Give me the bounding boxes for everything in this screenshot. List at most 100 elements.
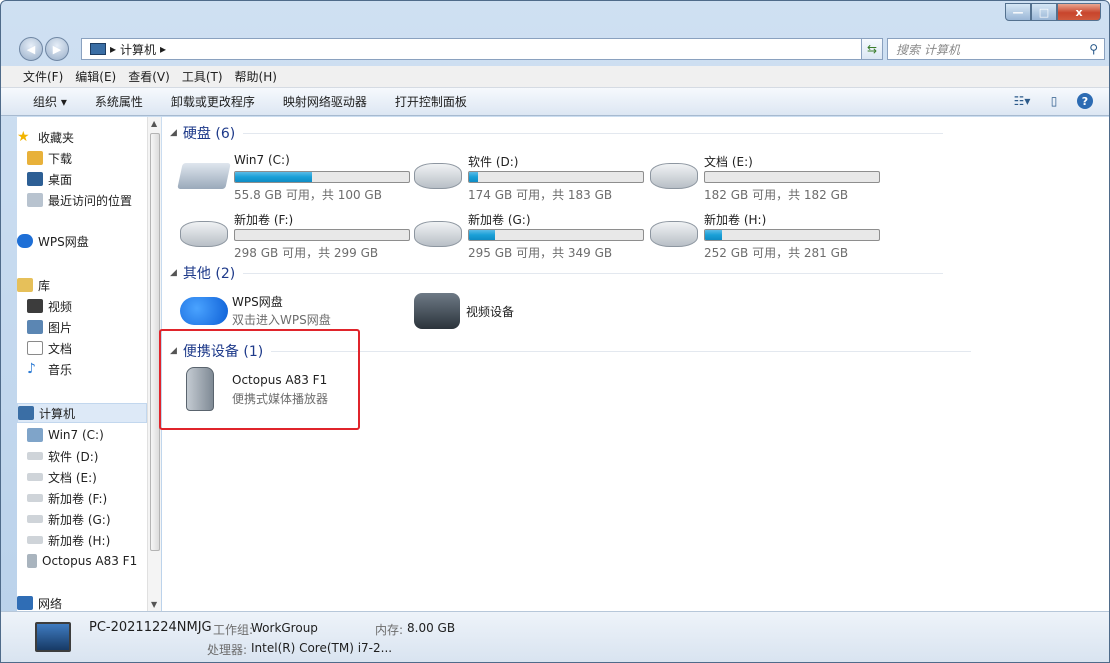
group-divider	[243, 132, 944, 134]
map-network-drive-button[interactable]: 映射网络驱动器	[283, 93, 367, 110]
group-divider	[243, 272, 944, 274]
open-control-panel-button[interactable]: 打开控制面板	[395, 93, 467, 110]
drive-icon	[27, 515, 43, 523]
nav-item-drive-c[interactable]: Win7 (C:)	[27, 425, 104, 445]
drive-e[interactable]: 文档 (E:) 182 GB 可用，共 182 GB	[650, 151, 880, 202]
nav-item-downloads[interactable]: 下载	[27, 148, 72, 168]
scroll-down-icon[interactable]: ▼	[151, 600, 157, 609]
group-header-others[interactable]: ◢ 其他 (2)	[170, 263, 944, 283]
drive-usage-bar	[468, 229, 644, 241]
collapse-triangle-icon[interactable]: ◢	[170, 268, 177, 278]
drive-usage-bar	[234, 171, 410, 183]
menu-tools[interactable]: 工具(T)	[182, 68, 223, 85]
drive-icon	[27, 536, 43, 544]
minimize-button[interactable]: —	[1005, 3, 1031, 21]
explorer-window: — □ x ◀ ▶ ▸ 计算机 ▸ ▼ ⇆ 搜索 计算机 ⚲ 文件(F) 编辑(…	[0, 0, 1110, 663]
recent-places-icon	[27, 193, 43, 207]
menu-edit[interactable]: 编辑(E)	[75, 68, 116, 85]
drive-icon	[27, 452, 43, 460]
drive-icon	[180, 221, 228, 247]
drive-c[interactable]: Win7 (C:) 55.8 GB 可用，共 100 GB	[177, 151, 410, 202]
address-bar[interactable]: ▸ 计算机 ▸ ▼	[81, 38, 881, 60]
nav-item-drive-f[interactable]: 新加卷 (F:)	[27, 488, 107, 508]
cloud-icon	[17, 234, 33, 248]
group-header-hard-disks[interactable]: ◢ 硬盘 (6)	[170, 123, 944, 143]
drive-usage-bar	[704, 171, 880, 183]
nav-item-drive-d[interactable]: 软件 (D:)	[27, 446, 98, 466]
drive-f[interactable]: 新加卷 (F:) 298 GB 可用，共 299 GB	[180, 209, 410, 260]
wps-cloud-icon	[180, 297, 228, 325]
music-icon: ♪	[27, 361, 36, 377]
maximize-button[interactable]: □	[1031, 3, 1057, 21]
wps-drive-item[interactable]: WPS网盘 双击进入WPS网盘	[180, 291, 380, 331]
star-icon: ★	[17, 129, 30, 145]
drive-g[interactable]: 新加卷 (G:) 295 GB 可用，共 349 GB	[414, 209, 644, 260]
nav-item-documents[interactable]: 文档	[27, 338, 72, 358]
back-button[interactable]: ◀	[19, 37, 43, 61]
collapse-triangle-icon[interactable]: ◢	[170, 128, 177, 138]
group-divider	[271, 350, 972, 352]
refresh-icon: ⇆	[866, 42, 878, 56]
drive-icon	[27, 473, 43, 481]
nav-network[interactable]: 网络	[17, 593, 62, 611]
menu-help[interactable]: 帮助(H)	[235, 68, 277, 85]
nav-item-desktop[interactable]: 桌面	[27, 169, 72, 189]
drive-icon	[414, 221, 462, 247]
nav-libraries[interactable]: 库	[17, 275, 50, 295]
system-properties-button[interactable]: 系统属性	[95, 93, 143, 110]
nav-item-pictures[interactable]: 图片	[27, 317, 72, 337]
title-bar[interactable]: — □ x	[1, 1, 1109, 31]
breadcrumb-computer[interactable]: 计算机	[120, 41, 156, 58]
nav-computer[interactable]: 计算机	[17, 403, 147, 423]
menu-bar: 文件(F) 编辑(E) 查看(V) 工具(T) 帮助(H)	[1, 66, 1109, 88]
drive-icon	[650, 163, 698, 189]
drive-icon	[414, 163, 462, 189]
network-icon	[17, 596, 33, 610]
nav-item-music[interactable]: ♪ 音乐	[27, 359, 72, 379]
nav-favorites[interactable]: ★ 收藏夹	[17, 127, 74, 147]
drive-d[interactable]: 软件 (D:) 174 GB 可用，共 183 GB	[414, 151, 644, 202]
view-options-icon[interactable]: ☷▾	[1013, 93, 1031, 109]
search-placeholder: 搜索 计算机	[896, 42, 960, 57]
menu-file[interactable]: 文件(F)	[23, 68, 63, 85]
uninstall-program-button[interactable]: 卸载或更改程序	[171, 93, 255, 110]
highlight-box	[159, 329, 360, 430]
drive-usage-bar	[468, 171, 644, 183]
nav-item-drive-e[interactable]: 文档 (E:)	[27, 467, 97, 487]
menu-view[interactable]: 查看(V)	[128, 68, 170, 85]
scroll-up-icon[interactable]: ▲	[151, 119, 157, 128]
nav-item-drive-h[interactable]: 新加卷 (H:)	[27, 530, 110, 550]
video-device-item[interactable]: 视频设备	[414, 291, 594, 331]
breadcrumb-separator: ▸	[110, 42, 117, 56]
nav-wps[interactable]: WPS网盘	[17, 231, 89, 251]
forward-arrow-icon: ▶	[52, 42, 62, 56]
search-icon[interactable]: ⚲	[1089, 42, 1098, 56]
help-icon[interactable]: ?	[1077, 93, 1093, 109]
computer-large-icon	[35, 622, 71, 652]
preview-pane-icon[interactable]: ▯	[1045, 93, 1063, 109]
forward-button[interactable]: ▶	[45, 37, 69, 61]
camera-icon	[414, 293, 460, 329]
organize-button[interactable]: 组织 ▾	[33, 93, 67, 110]
search-input[interactable]: 搜索 计算机 ⚲	[887, 38, 1105, 60]
nav-item-recent[interactable]: 最近访问的位置	[27, 190, 132, 210]
desktop-icon	[27, 172, 43, 186]
computer-icon	[90, 43, 106, 55]
refresh-button[interactable]: ⇆	[861, 38, 883, 60]
close-button[interactable]: x	[1057, 3, 1101, 21]
nav-item-octopus[interactable]: Octopus A83 F1	[27, 551, 137, 571]
drive-icon	[650, 221, 698, 247]
drive-usage-bar	[234, 229, 410, 241]
drive-icon	[27, 494, 43, 502]
document-icon	[27, 341, 43, 355]
windows-drive-icon	[27, 428, 43, 442]
nav-item-videos[interactable]: 视频	[27, 296, 72, 316]
back-arrow-icon: ◀	[26, 42, 36, 56]
address-row: ◀ ▶ ▸ 计算机 ▸ ▼ ⇆ 搜索 计算机 ⚲	[1, 35, 1109, 63]
drive-h[interactable]: 新加卷 (H:) 252 GB 可用，共 281 GB	[650, 209, 880, 260]
library-icon	[17, 278, 33, 292]
drive-usage-bar	[704, 229, 880, 241]
details-pane: PC-20211224NMJG 工作组: WorkGroup 内存: 8.00 …	[1, 611, 1109, 662]
picture-icon	[27, 320, 43, 334]
nav-item-drive-g[interactable]: 新加卷 (G:)	[27, 509, 111, 529]
